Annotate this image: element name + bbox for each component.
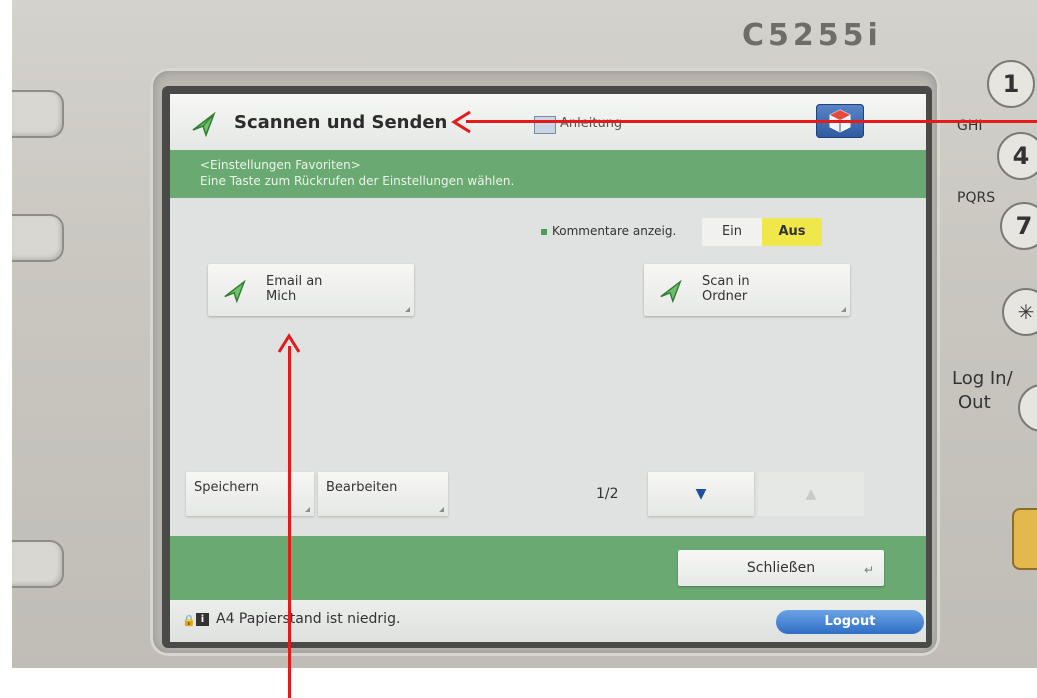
save-button[interactable]: Speichern	[186, 472, 314, 516]
key-7[interactable]: 7	[1000, 202, 1037, 250]
scan-send-icon	[192, 111, 216, 138]
favorite-label: Email an Mich	[266, 274, 323, 304]
login-label-2: Out	[958, 392, 991, 413]
close-button[interactable]: Schließen ↵	[678, 550, 884, 586]
corner-arrow-icon	[841, 307, 846, 312]
corner-arrow-icon	[405, 307, 410, 312]
corner-arrow-icon	[305, 507, 310, 512]
comments-off-button[interactable]: Aus	[762, 218, 822, 246]
favorite-button-email-me[interactable]: Email an Mich	[208, 264, 414, 316]
logout-button[interactable]: Logout	[776, 610, 924, 634]
logout-label: Logout	[824, 614, 876, 629]
yellow-key[interactable]	[1012, 508, 1037, 570]
page-up-button[interactable]: ▲	[758, 472, 864, 516]
close-label: Schließen	[746, 560, 816, 576]
arrow-head-up-icon	[277, 333, 301, 353]
guide-button[interactable]: Anleitung	[530, 112, 630, 136]
guide-label: Anleitung	[560, 116, 623, 131]
edit-button[interactable]: Bearbeiten	[318, 472, 448, 516]
return-icon: ↵	[863, 563, 874, 577]
login-label-1: Log In/	[952, 368, 1013, 389]
info-line-2: Eine Taste zum Rückrufen der Einstellung…	[200, 174, 515, 188]
model-label: C5255i	[742, 18, 882, 53]
key-4[interactable]: 4	[997, 132, 1037, 180]
page-down-button[interactable]: ▼	[648, 472, 754, 516]
pqrs-label: PQRS	[957, 190, 996, 206]
save-label: Speichern	[194, 480, 259, 495]
favorite-button-scan-folder[interactable]: Scan in Ordner	[644, 264, 850, 316]
status-bar: 🔒 i A4 Papierstand ist niedrig. Logout	[170, 600, 926, 642]
key-star[interactable]: ✳	[1002, 288, 1037, 336]
scan-send-icon	[660, 279, 682, 304]
page-title: Scannen und Senden	[234, 112, 448, 133]
guide-icon	[534, 116, 556, 134]
side-button-middle[interactable]	[12, 214, 64, 262]
side-button-bottom[interactable]	[12, 540, 64, 588]
arrow-head-left-icon	[451, 110, 471, 134]
corner-arrow-icon	[439, 507, 444, 512]
scan-send-icon	[224, 279, 246, 304]
login-key[interactable]	[1018, 384, 1037, 432]
lock-icon: 🔒	[182, 614, 196, 627]
edit-label: Bearbeiten	[326, 480, 398, 495]
info-bar: <Einstellungen Favoriten> Eine Taste zum…	[170, 150, 926, 198]
chevron-down-icon: ▼	[695, 486, 707, 502]
key-1[interactable]: 1	[987, 60, 1035, 108]
comments-on-button[interactable]: Ein	[702, 218, 762, 246]
page-indicator: 1/2	[596, 486, 619, 502]
info-icon: i	[196, 613, 209, 626]
touch-screen: Scannen und Senden Anleitung <Einstellun…	[170, 94, 926, 642]
favorite-label: Scan in Ordner	[702, 274, 750, 304]
info-line-1: <Einstellungen Favoriten>	[200, 158, 361, 172]
side-button-top[interactable]	[12, 90, 64, 138]
chevron-up-icon: ▲	[805, 486, 817, 502]
status-message: A4 Papierstand ist niedrig.	[216, 611, 401, 627]
comments-label: Kommentare anzeig.	[540, 224, 676, 238]
